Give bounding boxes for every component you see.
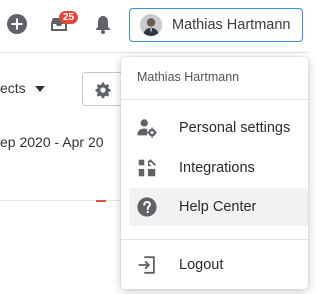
- integrations-icon: [136, 157, 158, 179]
- bell-icon[interactable]: [91, 12, 115, 36]
- menu-item-integrations[interactable]: Integrations: [129, 149, 308, 187]
- menu-item-help-center[interactable]: Help Center: [129, 188, 308, 226]
- menu-divider: [121, 239, 308, 240]
- menu-item-label: Logout: [179, 257, 224, 273]
- user-menu-button[interactable]: Mathias Hartmann: [129, 8, 303, 42]
- chart-marker: [96, 200, 106, 204]
- menu-item-label: Help Center: [179, 199, 257, 215]
- user-dropdown-menu: Mathias Hartmann Personal settings Integ…: [121, 57, 308, 289]
- chevron-down-icon[interactable]: [35, 86, 45, 92]
- menu-divider: [121, 99, 308, 100]
- menu-item-personal-settings[interactable]: Personal settings: [129, 109, 308, 147]
- avatar: [140, 14, 162, 36]
- menu-item-label: Personal settings: [179, 120, 291, 136]
- menu-item-label: Integrations: [179, 160, 255, 176]
- date-range[interactable]: ep 2020 - Apr 20: [0, 134, 104, 150]
- user-gear-icon: [136, 117, 158, 139]
- menu-item-logout[interactable]: Logout: [129, 246, 308, 284]
- gear-icon: [95, 82, 111, 99]
- logout-icon: [136, 254, 158, 276]
- project-selector[interactable]: ects: [0, 80, 26, 96]
- add-icon[interactable]: [5, 12, 29, 36]
- menu-header-name: Mathias Hartmann: [137, 70, 240, 84]
- top-bar: 25 Mathias Hartmann: [0, 0, 308, 53]
- notification-badge: 25: [59, 11, 79, 24]
- help-circle-icon: [136, 196, 158, 218]
- user-name: Mathias Hartmann: [172, 17, 291, 33]
